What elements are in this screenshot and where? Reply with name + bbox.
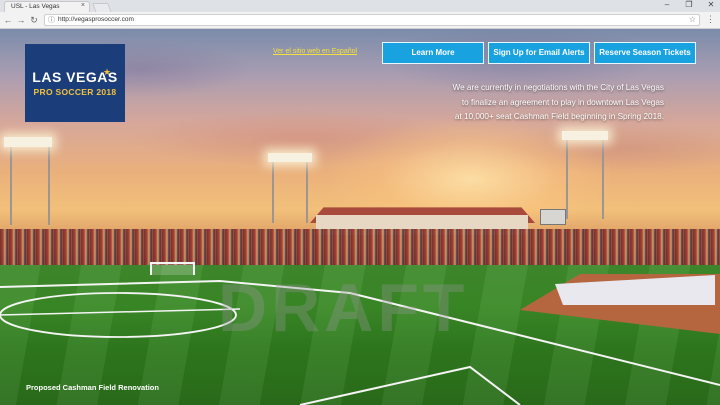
stadium-light	[268, 153, 312, 162]
stadium-light	[562, 131, 608, 140]
stadium-light	[4, 137, 52, 147]
tab-title: USL - Las Vegas	[11, 3, 60, 10]
maximize-button[interactable]: ❐	[682, 0, 696, 9]
address-bar[interactable]: ⓘ http://vegasprosoccer.com ☆	[44, 14, 700, 26]
tab-strip: USL - Las Vegas × – ❐ ✕	[0, 0, 720, 13]
hero-section: DRAFT LAS VEGAS ★ PRO SOCCER 2018 Ver el…	[0, 29, 720, 405]
site-logo[interactable]: LAS VEGAS ★ PRO SOCCER 2018	[25, 44, 125, 122]
announcement-line: at 10,000+ seat Cashman Field beginning …	[454, 112, 664, 121]
light-tower-right	[566, 139, 604, 219]
star-logo-icon: ★	[103, 67, 112, 77]
browser-window: USL - Las Vegas × – ❐ ✕ ← → ↻ ⓘ http://v…	[0, 0, 720, 405]
draft-watermark: DRAFT	[218, 270, 469, 346]
light-tower-left	[10, 145, 50, 225]
spanish-site-link[interactable]: Ver el sitio web en Español	[273, 48, 357, 55]
forward-arrow-icon[interactable]: →	[16, 14, 26, 26]
scoreboard	[540, 209, 566, 225]
minimize-button[interactable]: –	[660, 0, 674, 9]
close-icon[interactable]: ×	[81, 2, 85, 9]
announcement-line: to finalize an agreement to play in down…	[461, 97, 664, 107]
announcement-text: We are currently in negotiations with th…	[396, 81, 664, 125]
browser-tab[interactable]: USL - Las Vegas ×	[4, 1, 90, 12]
back-arrow-icon[interactable]: ←	[3, 14, 13, 26]
info-icon[interactable]: ⓘ	[48, 15, 55, 25]
learn-more-button[interactable]: Learn More	[382, 42, 484, 64]
star-icon[interactable]: ☆	[689, 15, 696, 24]
email-alerts-button[interactable]: Sign Up for Email Alerts	[488, 42, 590, 64]
reload-icon[interactable]: ↻	[29, 14, 39, 26]
soccer-goal	[150, 262, 195, 275]
image-caption: Proposed Cashman Field Renovation	[26, 383, 159, 392]
season-tickets-button[interactable]: Reserve Season Tickets	[594, 42, 696, 64]
browser-toolbar: ← → ↻ ⓘ http://vegasprosoccer.com ☆ ⋮	[0, 12, 720, 29]
window-close-button[interactable]: ✕	[704, 0, 718, 9]
logo-subtitle: PRO SOCCER 2018	[33, 87, 117, 97]
kebab-menu-icon[interactable]: ⋮	[706, 14, 715, 25]
url-text[interactable]: http://vegasprosoccer.com	[58, 16, 134, 23]
announcement-line: We are currently in negotiations with th…	[452, 83, 664, 92]
light-tower-center	[272, 161, 308, 223]
